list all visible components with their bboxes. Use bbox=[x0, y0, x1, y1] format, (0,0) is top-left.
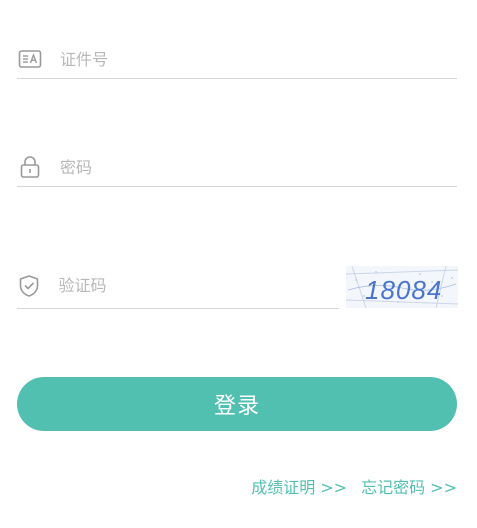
score-certificate-link[interactable]: 成绩证明 >> bbox=[251, 474, 347, 498]
id-number-field bbox=[17, 40, 457, 79]
captcha-text: 18084 bbox=[365, 275, 442, 305]
captcha-field bbox=[17, 263, 339, 309]
password-field bbox=[17, 148, 457, 187]
footer-links: 成绩证明 >> 忘记密码 >> bbox=[251, 474, 457, 498]
captcha-input[interactable] bbox=[58, 276, 339, 295]
login-button[interactable]: 登录 bbox=[17, 377, 457, 431]
shield-check-icon bbox=[18, 274, 40, 298]
captcha-image[interactable]: 18084 bbox=[346, 266, 458, 308]
id-card-icon bbox=[18, 47, 42, 71]
lock-icon bbox=[18, 155, 42, 179]
forgot-password-link[interactable]: 忘记密码 >> bbox=[361, 474, 457, 498]
id-number-input[interactable] bbox=[60, 49, 360, 69]
password-input[interactable] bbox=[60, 157, 360, 177]
